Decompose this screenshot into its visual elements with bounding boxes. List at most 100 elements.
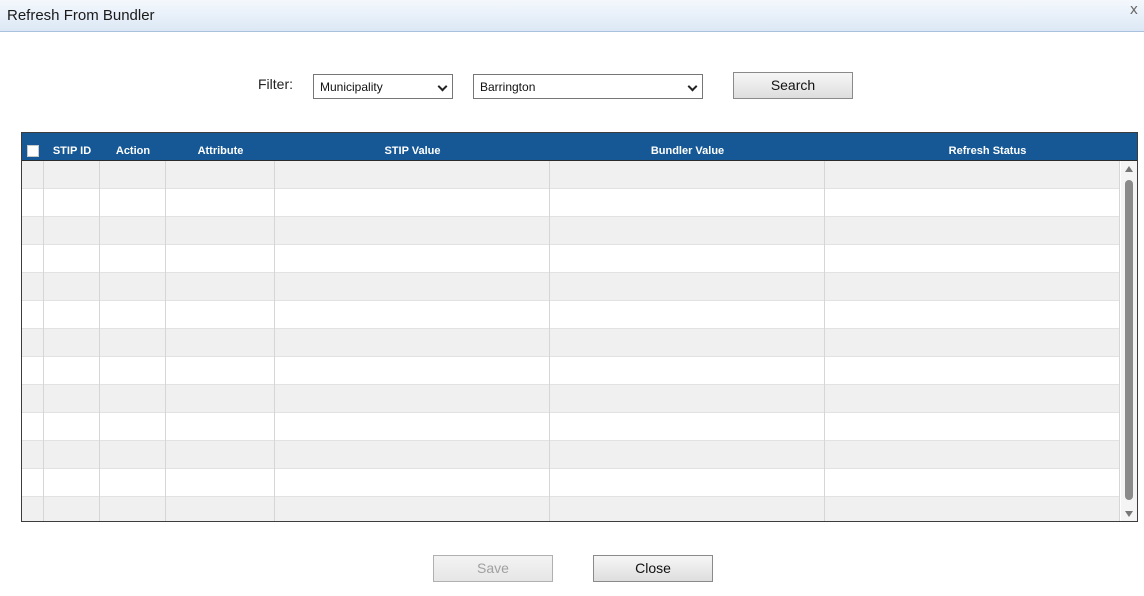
- column-header-refresh-status[interactable]: Refresh Status: [825, 145, 1137, 159]
- column-header-stip-value[interactable]: STIP Value: [275, 145, 550, 159]
- table-cell: [22, 329, 44, 357]
- table-cell: [550, 357, 825, 385]
- column-header-bundler-value[interactable]: Bundler Value: [550, 145, 825, 159]
- table-cell: [550, 497, 825, 521]
- select-all-checkbox[interactable]: [27, 145, 39, 157]
- table-cell: [100, 245, 166, 273]
- dialog-titlebar: Refresh From Bundler x: [0, 0, 1144, 32]
- table-cell: [22, 413, 44, 441]
- filter-type-selected: Municipality: [320, 80, 383, 94]
- refresh-grid: STIP ID Action Attribute STIP Value Bund…: [21, 132, 1138, 522]
- table-row: [22, 301, 1120, 329]
- table-cell: [100, 385, 166, 413]
- grid-header: STIP ID Action Attribute STIP Value Bund…: [22, 133, 1137, 161]
- table-cell: [166, 357, 275, 385]
- table-cell: [550, 469, 825, 497]
- scroll-down-arrow-icon[interactable]: [1125, 511, 1133, 517]
- table-cell: [100, 301, 166, 329]
- table-row: [22, 273, 1120, 301]
- table-cell: [100, 273, 166, 301]
- column-header-stip-id[interactable]: STIP ID: [44, 145, 100, 159]
- table-cell: [550, 385, 825, 413]
- table-cell: [825, 385, 1120, 413]
- scroll-up-arrow-icon[interactable]: [1125, 166, 1133, 172]
- scrollbar-thumb[interactable]: [1125, 180, 1133, 500]
- table-cell: [44, 385, 100, 413]
- table-cell: [22, 217, 44, 245]
- table-cell: [825, 497, 1120, 521]
- table-cell: [825, 357, 1120, 385]
- dialog-title: Refresh From Bundler: [7, 7, 155, 24]
- table-cell: [166, 245, 275, 273]
- grid-body: [22, 161, 1120, 521]
- table-cell: [22, 301, 44, 329]
- table-cell: [550, 245, 825, 273]
- table-cell: [44, 245, 100, 273]
- table-cell: [275, 161, 550, 189]
- table-cell: [275, 441, 550, 469]
- table-cell: [44, 469, 100, 497]
- table-cell: [22, 189, 44, 217]
- table-cell: [22, 441, 44, 469]
- table-cell: [100, 329, 166, 357]
- table-cell: [166, 329, 275, 357]
- table-cell: [275, 273, 550, 301]
- table-row: [22, 385, 1120, 413]
- table-cell: [22, 469, 44, 497]
- table-cell: [100, 469, 166, 497]
- table-cell: [275, 189, 550, 217]
- table-row: [22, 329, 1120, 357]
- save-button[interactable]: Save: [433, 555, 553, 582]
- table-cell: [100, 441, 166, 469]
- table-row: [22, 497, 1120, 521]
- grid-scrollbar[interactable]: [1121, 161, 1137, 521]
- table-cell: [166, 469, 275, 497]
- table-cell: [100, 189, 166, 217]
- table-cell: [825, 217, 1120, 245]
- table-cell: [275, 245, 550, 273]
- table-cell: [825, 413, 1120, 441]
- column-header-action[interactable]: Action: [100, 145, 166, 159]
- chevron-down-icon: [437, 81, 448, 92]
- search-button[interactable]: Search: [733, 72, 853, 99]
- table-cell: [166, 301, 275, 329]
- close-icon[interactable]: x: [1130, 2, 1138, 18]
- table-cell: [22, 161, 44, 189]
- table-cell: [100, 357, 166, 385]
- table-cell: [44, 357, 100, 385]
- table-cell: [44, 301, 100, 329]
- chevron-down-icon: [687, 81, 698, 92]
- table-cell: [44, 413, 100, 441]
- table-cell: [44, 497, 100, 521]
- table-cell: [100, 497, 166, 521]
- table-cell: [825, 469, 1120, 497]
- table-cell: [44, 273, 100, 301]
- table-cell: [825, 189, 1120, 217]
- table-row: [22, 469, 1120, 497]
- table-cell: [166, 217, 275, 245]
- table-cell: [550, 413, 825, 441]
- table-cell: [100, 413, 166, 441]
- table-cell: [825, 441, 1120, 469]
- filter-type-select[interactable]: Municipality: [313, 74, 453, 99]
- column-header-attribute[interactable]: Attribute: [166, 145, 275, 159]
- table-cell: [275, 217, 550, 245]
- table-cell: [44, 329, 100, 357]
- table-cell: [166, 189, 275, 217]
- table-cell: [44, 217, 100, 245]
- table-cell: [550, 441, 825, 469]
- close-button[interactable]: Close: [593, 555, 713, 582]
- table-cell: [22, 273, 44, 301]
- table-cell: [825, 273, 1120, 301]
- table-cell: [22, 245, 44, 273]
- table-row: [22, 161, 1120, 189]
- filter-value-select[interactable]: Barrington: [473, 74, 703, 99]
- table-row: [22, 189, 1120, 217]
- table-cell: [275, 301, 550, 329]
- filter-label: Filter:: [258, 76, 293, 92]
- table-cell: [166, 413, 275, 441]
- table-cell: [550, 301, 825, 329]
- table-cell: [166, 273, 275, 301]
- table-cell: [100, 217, 166, 245]
- table-cell: [825, 161, 1120, 189]
